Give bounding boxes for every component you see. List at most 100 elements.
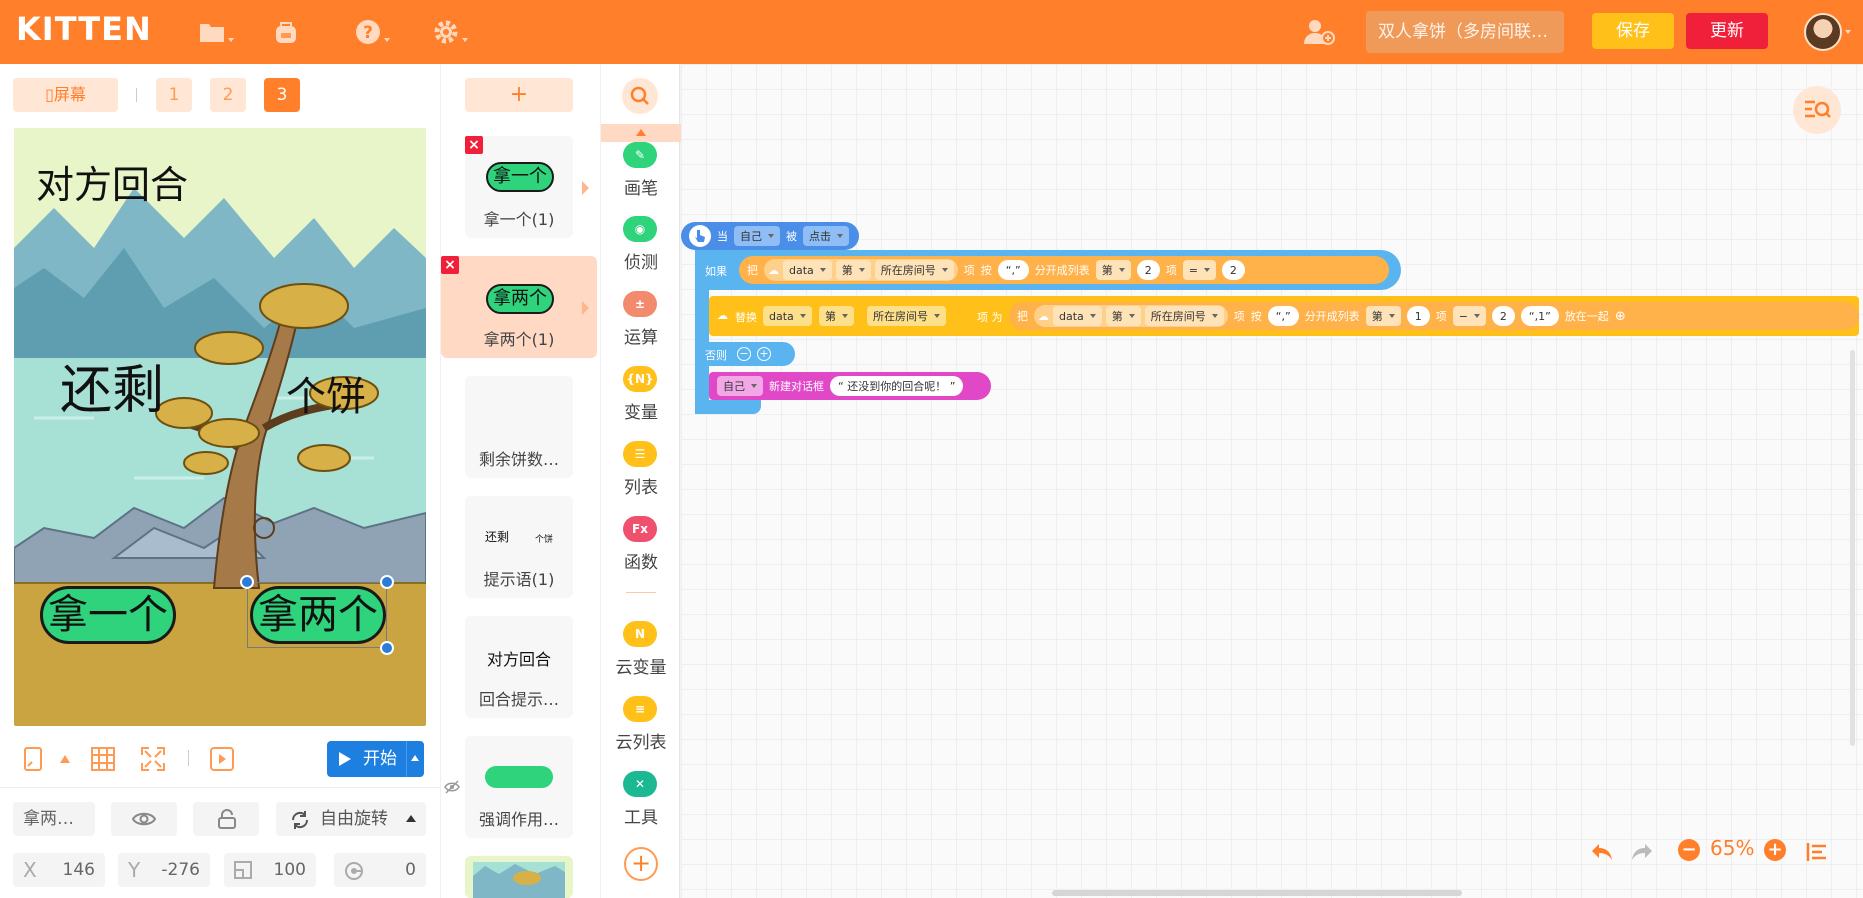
- page-tab-3[interactable]: 3: [264, 78, 300, 112]
- grid-icon[interactable]: [88, 744, 118, 774]
- align-blocks-icon[interactable]: [1806, 842, 1828, 862]
- vertical-scrollbar[interactable]: [1850, 350, 1855, 746]
- replace-list-item-block[interactable]: ☁ 替换 data 第 所在房间号 项 为 把 ☁ data 第 所在房间号 项…: [709, 296, 1859, 336]
- page-tab-2[interactable]: 2: [210, 78, 246, 112]
- close-icon[interactable]: ×: [465, 136, 483, 154]
- chevron-up-icon[interactable]: [411, 755, 419, 761]
- index-dropdown[interactable]: 第: [1095, 260, 1131, 280]
- chevron-down-icon[interactable]: [1845, 30, 1851, 34]
- x-field[interactable]: X 146: [13, 853, 105, 887]
- gear-icon[interactable]: [424, 16, 468, 48]
- room-dropdown[interactable]: 所在房间号: [874, 260, 954, 280]
- index-dropdown[interactable]: 第: [819, 306, 854, 326]
- separator-input[interactable]: “,”: [1267, 306, 1299, 326]
- more-handle[interactable]: [240, 575, 254, 589]
- target-dropdown[interactable]: 自己: [734, 226, 780, 246]
- index-dropdown[interactable]: 第: [1105, 306, 1141, 326]
- cloud-list-reporter[interactable]: ☁ data 第 所在房间号: [1034, 305, 1228, 327]
- portrait-icon[interactable]: [18, 744, 48, 774]
- target-dropdown[interactable]: 自己: [717, 376, 763, 396]
- zoom-in-button[interactable]: +: [1764, 839, 1786, 861]
- index-dropdown[interactable]: 第: [835, 260, 871, 280]
- scroll-up-button[interactable]: [601, 124, 681, 142]
- add-sprite-button[interactable]: +: [465, 78, 573, 112]
- category-lists[interactable]: ☰ 列表: [601, 441, 681, 513]
- else-row[interactable]: 否则 − +: [695, 342, 795, 366]
- chevron-up-icon[interactable]: [50, 744, 80, 774]
- category-tools[interactable]: ✕ 工具: [601, 771, 681, 843]
- add-extension-button[interactable]: +: [624, 847, 658, 881]
- zoom-out-button[interactable]: −: [1678, 839, 1700, 861]
- rotate-handle[interactable]: [380, 575, 394, 589]
- avatar[interactable]: [1804, 13, 1842, 51]
- size-field[interactable]: 100: [224, 853, 316, 887]
- value-input[interactable]: 2: [1221, 260, 1245, 280]
- chevron-right-icon[interactable]: [582, 301, 589, 315]
- chevron-right-icon[interactable]: [582, 181, 589, 195]
- category-pen[interactable]: ✎ 画笔: [601, 142, 681, 214]
- category-functions[interactable]: Fx 函数: [601, 516, 681, 588]
- sprite-item-emphasis[interactable]: 强调作用…: [465, 736, 573, 838]
- hidden-eye-icon[interactable]: [444, 780, 460, 794]
- backpack-icon[interactable]: [264, 16, 308, 48]
- sprite-item-take-two[interactable]: 拿两个 拿两个(1): [441, 256, 597, 358]
- category-variables[interactable]: {N} 变量: [601, 366, 681, 438]
- index-input[interactable]: 2: [1136, 260, 1160, 280]
- rotation-mode-select[interactable]: 自由旋转: [276, 802, 426, 836]
- category-cloud-variables[interactable]: N 云变量: [601, 621, 681, 693]
- code-workspace[interactable]: 当 自己 被 点击 如果 把 ☁ data 第 所在房间号 项 按 “,” 分开…: [681, 64, 1863, 898]
- visibility-toggle[interactable]: [111, 802, 177, 836]
- undo-icon[interactable]: [1590, 842, 1614, 862]
- update-button[interactable]: 更新: [1686, 13, 1768, 49]
- join-string-input[interactable]: “,1”: [1520, 306, 1559, 326]
- value-input[interactable]: 2: [1491, 306, 1515, 326]
- fullscreen-icon[interactable]: [138, 744, 168, 774]
- minus-icon[interactable]: −: [737, 347, 751, 361]
- index-input[interactable]: 1: [1406, 306, 1430, 326]
- category-cloud-lists[interactable]: ≡ 云列表: [601, 696, 681, 768]
- sprite-item-remaining[interactable]: 剩余饼数…: [465, 376, 573, 478]
- search-icon[interactable]: [622, 78, 658, 114]
- direction-field[interactable]: 0: [334, 853, 426, 887]
- variable-dropdown[interactable]: data: [783, 260, 832, 280]
- save-button[interactable]: 保存: [1592, 13, 1674, 49]
- category-sensing[interactable]: ◉ 侦测: [601, 216, 681, 288]
- y-field[interactable]: Y -276: [118, 853, 210, 887]
- separator-input[interactable]: “,”: [997, 260, 1029, 280]
- category-operators[interactable]: ± 运算: [601, 291, 681, 363]
- screen-button[interactable]: ▯屏幕: [13, 78, 118, 112]
- sprite-item-turn-hint[interactable]: 对方回合 回合提示…: [465, 616, 573, 718]
- close-icon[interactable]: ×: [441, 256, 459, 274]
- project-name-input[interactable]: 双人拿饼（多房间联…: [1366, 11, 1564, 53]
- plus-icon[interactable]: +: [757, 347, 771, 361]
- lock-toggle[interactable]: [193, 802, 259, 836]
- turn-text[interactable]: 对方回合: [36, 154, 188, 209]
- block-search-icon[interactable]: [1793, 86, 1841, 134]
- sprite-item-background[interactable]: [465, 856, 573, 898]
- dialog-text-input[interactable]: “ 还没到你的回合呢！ ”: [830, 376, 964, 396]
- operator-dropdown[interactable]: −: [1452, 306, 1486, 326]
- cloud-list-reporter[interactable]: ☁ data 第 所在房间号: [764, 259, 958, 281]
- take-one-sprite[interactable]: 拿一个: [40, 586, 176, 644]
- redo-icon[interactable]: [1630, 842, 1654, 862]
- add-user-icon[interactable]: [1297, 16, 1341, 48]
- room-dropdown[interactable]: 所在房间号: [867, 306, 946, 326]
- start-button[interactable]: 开始: [327, 741, 424, 777]
- room-dropdown[interactable]: 所在房间号: [1144, 306, 1224, 326]
- help-icon[interactable]: ?: [346, 16, 390, 48]
- if-block[interactable]: 如果 把 ☁ data 第 所在房间号 项 按 “,” 分开成列表 第 2 项 …: [695, 250, 1401, 290]
- sprite-item-hint[interactable]: 还剩 个饼 提示语(1): [465, 496, 573, 598]
- variable-dropdown[interactable]: data: [1053, 306, 1102, 326]
- unit-text[interactable]: 个饼: [286, 364, 366, 422]
- variable-dropdown[interactable]: data: [763, 306, 812, 326]
- remaining-text[interactable]: 还剩: [60, 348, 164, 423]
- event-dropdown[interactable]: 点击: [803, 226, 849, 246]
- folder-icon[interactable]: [190, 16, 234, 48]
- plus-icon[interactable]: ⊕: [1615, 309, 1626, 324]
- horizontal-scrollbar[interactable]: [1052, 890, 1462, 896]
- preview-icon[interactable]: [207, 744, 237, 774]
- sprite-name-field[interactable]: 拿两…: [13, 802, 95, 836]
- stage-canvas[interactable]: 对方回合 还剩 个饼 拿一个 拿两个: [14, 128, 426, 726]
- index-dropdown[interactable]: 第: [1365, 306, 1401, 326]
- operator-dropdown[interactable]: =: [1182, 260, 1216, 280]
